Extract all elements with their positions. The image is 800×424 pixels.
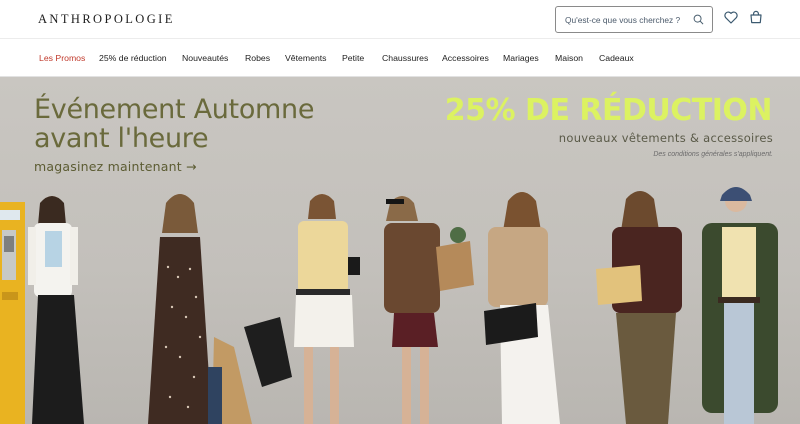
hero-title-line2: avant l'heure xyxy=(34,123,209,154)
shop-now-link[interactable]: magasinez maintenant → xyxy=(34,159,197,174)
nav-item-clothing[interactable]: Vêtements xyxy=(285,53,327,63)
promo-headline: 25% DE RÉDUCTION xyxy=(444,93,773,128)
site-logo[interactable]: ANTHROPOLOGIE xyxy=(38,12,175,27)
model-3 xyxy=(244,194,360,424)
nav-item-promos[interactable]: Les Promos xyxy=(39,53,85,63)
nav-item-accessories[interactable]: Accessoires xyxy=(442,53,489,63)
promo-subline: nouveaux vêtements & accessoires xyxy=(558,131,773,145)
promo-terms: Des conditions générales s'appliquent. xyxy=(653,151,773,158)
nav-item-petite[interactable]: Petite xyxy=(342,53,364,63)
main-nav: Les Promos 25% de réduction Nouveautés R… xyxy=(0,38,800,77)
model-7 xyxy=(702,187,778,424)
nav-item-new[interactable]: Nouveautés xyxy=(182,53,228,63)
nav-item-25-off[interactable]: 25% de réduction xyxy=(99,53,167,63)
hero-banner[interactable]: Événement Automne avant l'heure magasine… xyxy=(0,77,800,424)
nav-item-weddings[interactable]: Mariages xyxy=(503,53,539,63)
model-1 xyxy=(28,196,84,424)
hero-title: Événement Automne avant l'heure xyxy=(34,95,314,153)
site-header: ANTHROPOLOGIE xyxy=(0,0,800,38)
search-box[interactable] xyxy=(555,6,713,33)
model-5 xyxy=(484,192,560,424)
search-icon[interactable] xyxy=(693,14,704,25)
heart-icon[interactable] xyxy=(724,11,738,24)
nav-item-home[interactable]: Maison xyxy=(555,53,583,63)
shopping-bag-icon[interactable] xyxy=(749,10,763,24)
models-lineup-image xyxy=(28,187,778,424)
model-2 xyxy=(148,194,252,424)
nav-item-shoes[interactable]: Chaussures xyxy=(382,53,428,63)
model-6 xyxy=(596,191,682,424)
nav-item-gifts[interactable]: Cadeaux xyxy=(599,53,634,63)
nav-item-dresses[interactable]: Robes xyxy=(245,53,270,63)
search-input[interactable] xyxy=(565,14,691,25)
hero-title-line1: Événement Automne xyxy=(34,94,315,125)
model-4 xyxy=(384,196,474,424)
